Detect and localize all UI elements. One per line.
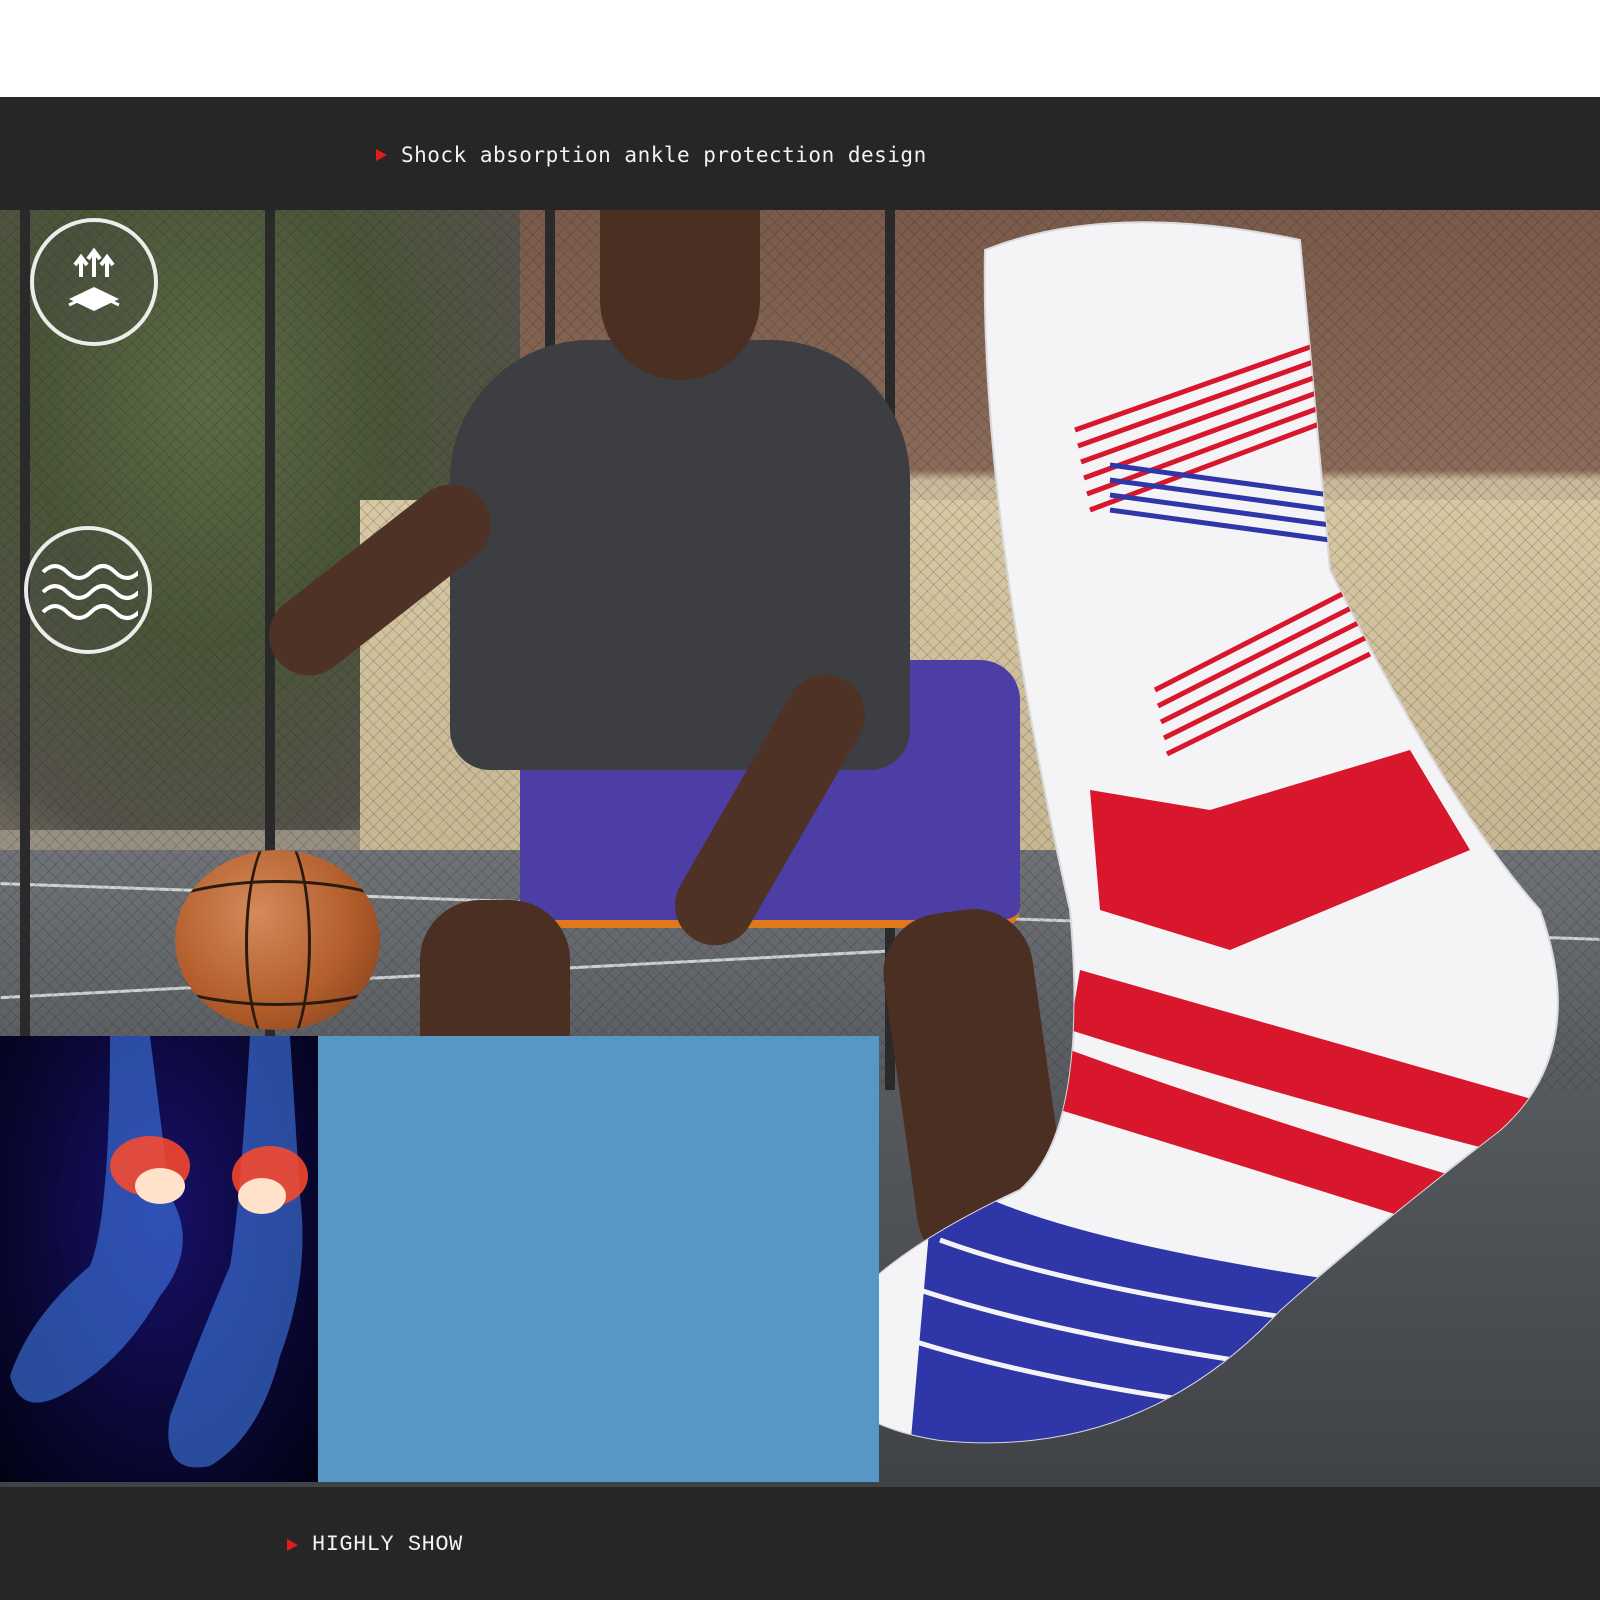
blue-panel — [318, 1036, 879, 1482]
breathable-layers-icon — [30, 218, 158, 346]
foot-xray-image — [0, 1036, 318, 1482]
header-caption-text: Shock absorption ankle protection design — [401, 143, 927, 167]
top-whitespace — [0, 0, 1600, 97]
player-head — [600, 210, 760, 380]
footer-band — [0, 1487, 1600, 1600]
red-arrow-icon — [376, 149, 387, 161]
header-caption: Shock absorption ankle protection design — [376, 143, 927, 167]
basketball-sock — [826, 221, 1559, 1444]
waves-icon — [24, 526, 152, 654]
fence-post — [20, 210, 30, 1090]
basketball — [175, 850, 380, 1030]
footer-caption-text: HIGHLY SHOW — [312, 1532, 463, 1557]
red-arrow-icon — [287, 1538, 298, 1551]
footer-caption: HIGHLY SHOW — [287, 1532, 463, 1557]
